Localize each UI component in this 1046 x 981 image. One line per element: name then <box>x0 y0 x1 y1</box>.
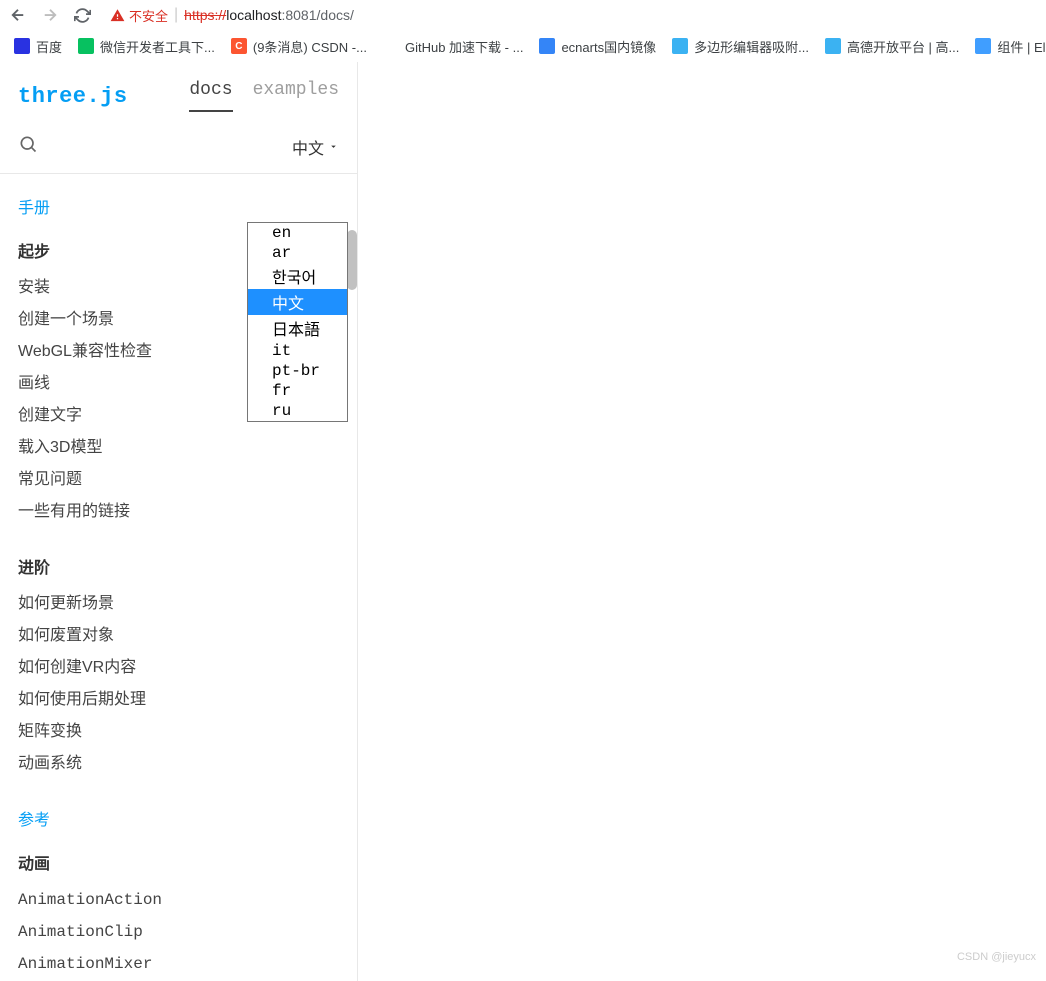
nav-item[interactable]: AnimationClip <box>18 916 339 948</box>
section-label: 手册 <box>18 194 339 218</box>
nav-item[interactable]: 矩阵变换 <box>18 716 339 748</box>
nav-item[interactable]: 载入3D模型 <box>18 432 339 464</box>
language-option[interactable]: en <box>248 223 347 243</box>
bookmark-item[interactable]: 百度 <box>14 37 62 56</box>
language-option[interactable]: pt-br <box>248 361 347 381</box>
bookmark-icon: C <box>231 38 247 54</box>
nav-item[interactable]: 动画系统 <box>18 748 339 780</box>
bookmark-icon <box>383 38 399 54</box>
browser-nav-bar: 不安全 | https://localhost:8081/docs/ <box>0 0 1046 30</box>
bookmark-label: 高德开放平台 | 高... <box>847 37 959 56</box>
nav-item[interactable]: 如何废置对象 <box>18 620 339 652</box>
tabs: docs examples <box>189 80 339 112</box>
bookmark-item[interactable]: 多边形编辑器吸附... <box>672 37 809 56</box>
nav-item[interactable]: 如何使用后期处理 <box>18 684 339 716</box>
bookmark-item[interactable]: GitHub 加速下载 - ... <box>383 37 523 56</box>
language-option[interactable]: ar <box>248 243 347 263</box>
logo[interactable]: three.js <box>18 84 128 109</box>
warning-icon <box>110 8 125 23</box>
bookmark-icon <box>539 38 555 54</box>
search-icon[interactable] <box>18 134 38 159</box>
bookmark-label: 多边形编辑器吸附... <box>694 37 809 56</box>
url-bar[interactable]: 不安全 | https://localhost:8081/docs/ <box>102 6 1040 25</box>
bookmark-item[interactable]: 高德开放平台 | 高... <box>825 37 959 56</box>
bookmark-item[interactable]: C (9条消息) CSDN -... <box>231 37 367 56</box>
chevron-down-icon <box>328 141 339 152</box>
back-button[interactable] <box>6 3 30 27</box>
bookmark-label: GitHub 加速下载 - ... <box>405 37 523 56</box>
tab-examples[interactable]: examples <box>253 80 339 112</box>
language-option[interactable]: 한국어 <box>248 263 347 289</box>
nav-item[interactable]: AnimationAction <box>18 884 339 916</box>
url-text: https://localhost:8081/docs/ <box>184 7 354 23</box>
bookmark-label: 组件 | Element <box>997 37 1046 56</box>
bookmark-label: 微信开发者工具下... <box>100 37 215 56</box>
bookmark-icon <box>975 38 991 54</box>
group-title: 动画 <box>18 850 339 874</box>
language-option[interactable]: 中文 <box>248 289 347 315</box>
sidebar: three.js docsexamples 中文 手册起步安装创建一个场景Web… <box>0 62 358 981</box>
watermark: CSDN @jieyucx <box>957 951 1036 963</box>
language-selected-label: 中文 <box>292 135 324 159</box>
bookmark-item[interactable]: ecnarts国内镜像 <box>539 37 656 56</box>
nav-item[interactable]: 如何更新场景 <box>18 588 339 620</box>
language-option[interactable]: ru <box>248 401 347 421</box>
language-option[interactable]: it <box>248 341 347 361</box>
nav-item[interactable]: 如何创建VR内容 <box>18 652 339 684</box>
group-title: 进阶 <box>18 554 339 578</box>
bookmark-item[interactable]: 微信开发者工具下... <box>78 37 215 56</box>
bookmark-label: ecnarts国内镜像 <box>561 37 656 56</box>
bookmark-icon <box>672 38 688 54</box>
language-option[interactable]: fr <box>248 381 347 401</box>
bookmark-label: 百度 <box>36 37 62 56</box>
bookmarks-bar: 百度 微信开发者工具下... C (9条消息) CSDN -... GitHub 加速下… <box>0 30 1046 62</box>
separator: | <box>174 6 178 24</box>
scrollbar-thumb[interactable] <box>347 230 357 290</box>
section-label: 参考 <box>18 806 339 830</box>
insecure-label: 不安全 <box>129 6 168 25</box>
language-selector[interactable]: 中文 <box>292 135 339 159</box>
forward-button[interactable] <box>38 3 62 27</box>
bookmark-item[interactable]: 组件 | Element <box>975 37 1046 56</box>
main-content <box>358 62 1046 981</box>
bookmark-icon <box>78 38 94 54</box>
bookmark-icon <box>825 38 841 54</box>
bookmark-icon <box>14 38 30 54</box>
bookmark-label: (9条消息) CSDN -... <box>253 37 367 56</box>
nav-item[interactable]: AnimationMixer <box>18 948 339 980</box>
nav-item[interactable]: 常见问题 <box>18 464 339 496</box>
reload-button[interactable] <box>70 3 94 27</box>
nav-item[interactable]: 一些有用的链接 <box>18 496 339 528</box>
tab-docs[interactable]: docs <box>189 80 232 112</box>
insecure-badge: 不安全 <box>110 6 168 25</box>
language-dropdown[interactable]: enar한국어中文日本語itpt-brfrru <box>247 222 348 422</box>
language-option[interactable]: 日本語 <box>248 315 347 341</box>
